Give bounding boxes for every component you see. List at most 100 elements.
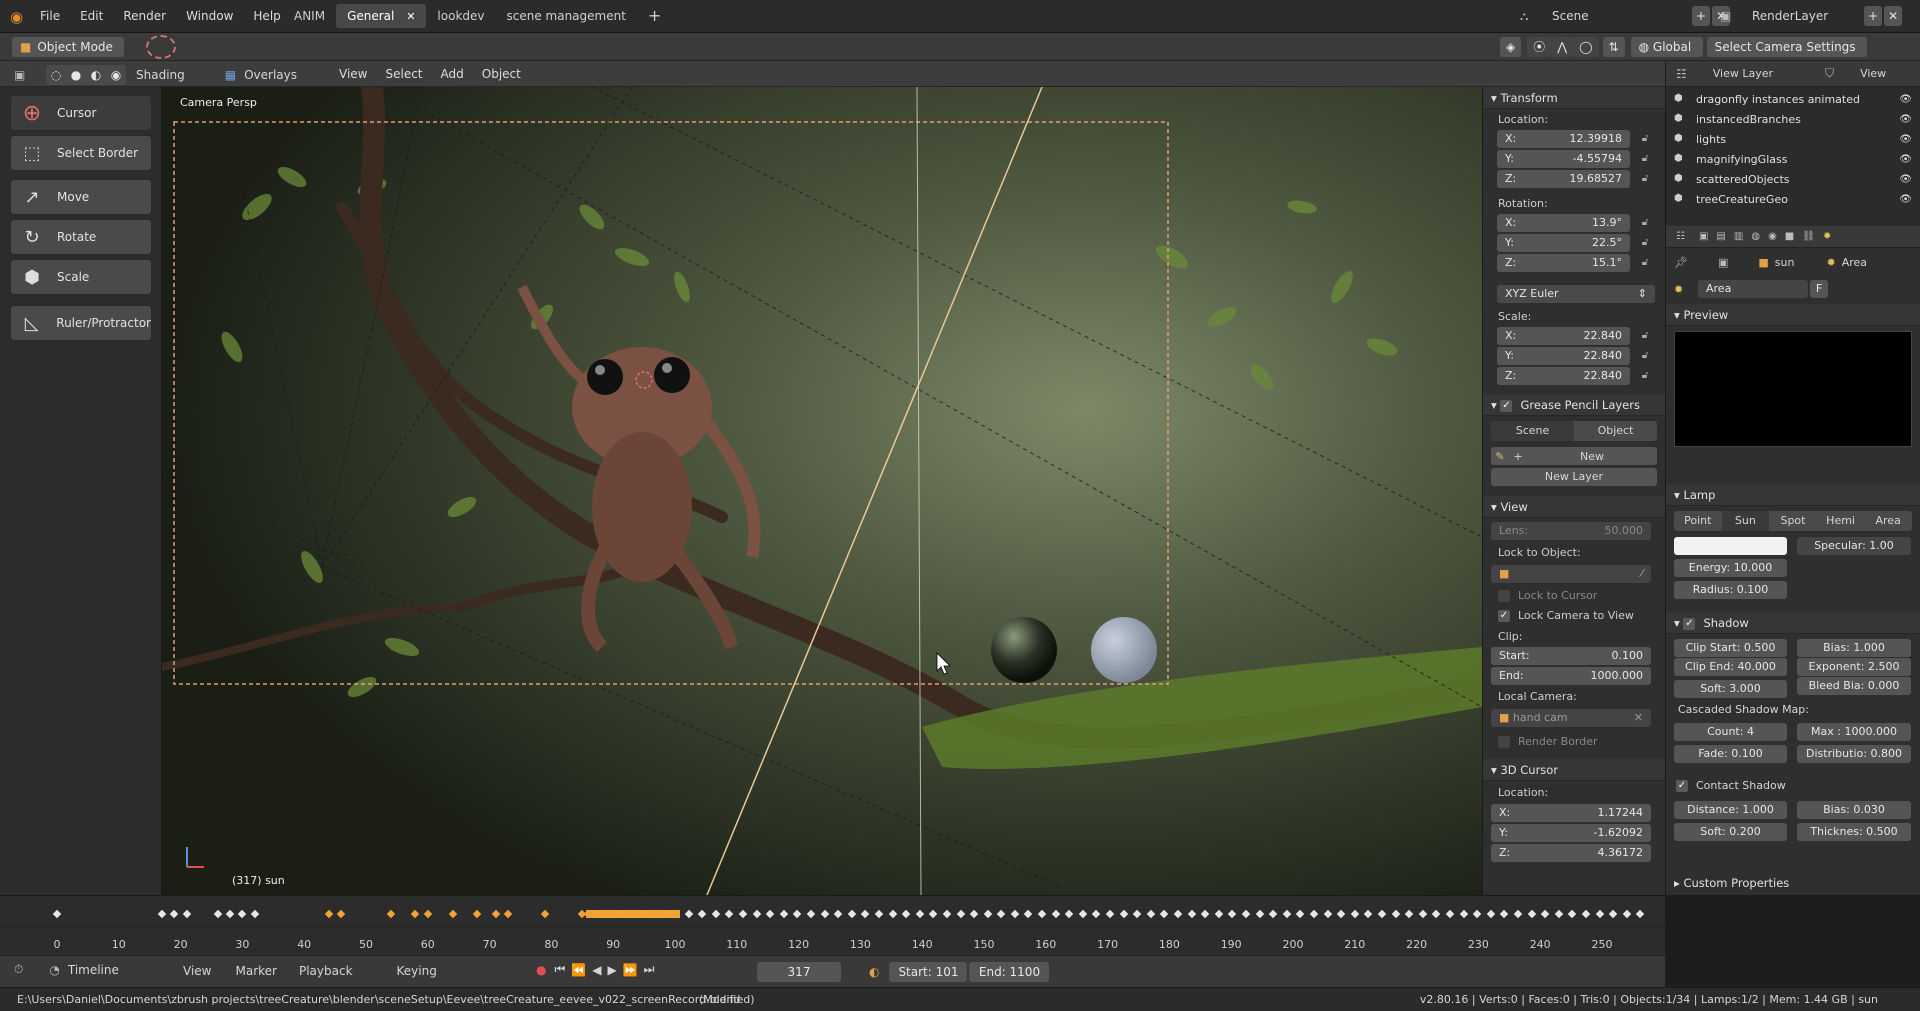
render-layer-icon[interactable]: ▣ [1720, 9, 1740, 23]
outliner-item[interactable]: ⬢ treeCreatureGeo 👁︎ [1666, 189, 1920, 209]
shadow-checkbox[interactable]: ✓ [1683, 617, 1696, 630]
jump-start-icon[interactable]: ⏮ [554, 962, 565, 977]
lock-cursor-row[interactable]: Lock to Cursor [1483, 587, 1597, 605]
keyframe-marker[interactable] [1078, 909, 1088, 919]
properties-editor-icon[interactable]: ☷ [1676, 231, 1685, 242]
lamp-header[interactable]: ▾ Lamp [1666, 484, 1920, 506]
shadow-header[interactable]: ▾ ✓ Shadow [1666, 612, 1920, 634]
overlays-icon[interactable]: ▦ [225, 68, 236, 82]
keyframe-marker[interactable] [1540, 909, 1550, 919]
keyframe-marker[interactable] [1092, 909, 1101, 919]
keyframe-marker[interactable] [1105, 909, 1115, 919]
object-mode-dropdown[interactable]: ■ Object Mode [12, 37, 124, 57]
clip-end-field[interactable]: End: 1000.000 [1491, 667, 1651, 685]
keyframe-marker[interactable] [969, 909, 979, 919]
lamp-color-swatch[interactable] [1674, 537, 1787, 555]
visibility-icon[interactable]: 👁︎ [1899, 154, 1912, 165]
energy-field[interactable]: Energy: 10.000 [1674, 559, 1787, 577]
keyframe-marker[interactable] [540, 909, 550, 919]
keyframe-marker[interactable] [1119, 909, 1128, 919]
outliner-item[interactable]: ⬢ magnifyingGlass 👁︎ [1666, 149, 1920, 169]
keyframe-marker[interactable] [1486, 909, 1495, 919]
keyframe-marker[interactable] [847, 909, 856, 919]
timeline-menu-view[interactable]: View [183, 964, 211, 978]
timeline-menu-playback[interactable]: Playback [299, 964, 353, 978]
keyframe-marker[interactable] [1187, 909, 1196, 919]
custom-properties-header[interactable]: ▸ Custom Properties [1666, 872, 1920, 894]
keyframe-marker[interactable] [1350, 909, 1360, 919]
keyframe-marker[interactable] [1404, 909, 1414, 919]
fake-user-button[interactable]: F [1810, 280, 1828, 298]
location-y[interactable]: Y: -4.55794 [1497, 150, 1630, 168]
keyframe-marker[interactable] [1636, 909, 1645, 919]
tool-rotate[interactable]: ↻ Rotate [10, 219, 152, 255]
menu-window[interactable]: Window [176, 0, 243, 33]
lamp-type-sun[interactable]: Sun [1721, 511, 1770, 531]
transform-header[interactable]: ▾ Transform [1483, 87, 1666, 109]
keyframe-marker[interactable] [1024, 909, 1033, 919]
keyframe-marker[interactable] [861, 909, 870, 919]
timeline-dropdown[interactable]: Timeline [68, 963, 119, 977]
tool-cursor[interactable]: ⊕ Cursor [10, 95, 152, 131]
lookdev-shading-icon[interactable]: ◐ [91, 65, 101, 85]
snap-icon[interactable]: ⦿ [1527, 37, 1552, 57]
rotation-z[interactable]: Z: 15.1° [1497, 254, 1630, 272]
keyframe-marker[interactable] [157, 909, 167, 919]
keyframe-marker[interactable] [1418, 909, 1428, 919]
max-field[interactable]: Max : 1000.000 [1797, 723, 1911, 741]
close-tab-icon[interactable]: ✕ [406, 10, 415, 23]
keyframe-marker[interactable] [1228, 909, 1237, 919]
radius-field[interactable]: Radius: 0.100 [1674, 581, 1787, 599]
keyframe-marker[interactable] [1554, 909, 1563, 919]
view-layer-tab-icon[interactable]: ▥ [1734, 231, 1743, 242]
keyframe-marker[interactable] [888, 909, 897, 919]
outliner-item[interactable]: ⬢ scatteredObjects 👁︎ [1666, 169, 1920, 189]
outliner-item[interactable]: ⬢ dragonfly instances animated 👁︎ [1666, 89, 1920, 109]
lock-icon[interactable]: 🔓︎ [1638, 369, 1652, 383]
menu-view[interactable]: View [330, 61, 376, 87]
outliner-editor-icon[interactable]: ☷ [1676, 67, 1687, 81]
pin-icon[interactable]: 📌︎ [1674, 256, 1688, 269]
keyframe-marker[interactable] [697, 909, 707, 919]
render-tab-icon[interactable]: ▣ [1699, 231, 1708, 242]
tab-anim[interactable]: ANIM [283, 4, 336, 28]
keyframe-marker[interactable] [1160, 909, 1169, 919]
play-icon[interactable]: ▶ [607, 963, 616, 977]
object-tab-icon[interactable]: ■ [1785, 231, 1794, 242]
keyframe-marker[interactable] [1568, 909, 1577, 919]
keyframe-marker[interactable] [213, 909, 222, 919]
keyframe-marker[interactable] [1608, 909, 1618, 919]
scene-name[interactable]: Scene [1552, 9, 1652, 23]
new-render-layer-icon[interactable]: + [1864, 6, 1883, 26]
keyframe-marker[interactable] [956, 909, 965, 919]
menu-render[interactable]: Render [113, 0, 176, 33]
record-icon[interactable]: ● [536, 963, 546, 977]
lamp-datablock-icon[interactable]: ✹ [1674, 283, 1698, 296]
add-workspace-icon[interactable]: + [637, 4, 672, 28]
keyframe-marker[interactable] [225, 909, 235, 919]
menu-file[interactable]: File [30, 0, 70, 33]
render-border-checkbox[interactable] [1498, 736, 1510, 748]
cursor-icon[interactable] [146, 35, 176, 59]
fade-field[interactable]: Fade: 0.100 [1674, 745, 1787, 763]
preview-range-icon[interactable]: ◐ [869, 965, 879, 979]
lock-icon[interactable]: 🔓︎ [1638, 349, 1652, 363]
contact-shadow-checkbox[interactable]: ✓ [1676, 780, 1688, 792]
keyframe-marker[interactable] [1595, 909, 1604, 919]
keyframe-marker[interactable] [765, 909, 775, 919]
keyframe-marker[interactable] [1214, 909, 1224, 919]
bias-field[interactable]: Bias: 1.000 [1797, 639, 1911, 657]
outliner-item[interactable]: ⬢ lights 👁︎ [1666, 129, 1920, 149]
lock-cursor-checkbox[interactable] [1498, 590, 1510, 602]
view-header[interactable]: ▾ View [1483, 496, 1666, 518]
grease-pencil-checkbox[interactable]: ✓ [1500, 399, 1513, 412]
keyframe-marker[interactable] [711, 909, 721, 919]
overlays-dropdown[interactable]: Overlays [244, 68, 297, 82]
rendered-shading-icon[interactable]: ◉ [111, 65, 121, 85]
editor-type-icon[interactable]: ▣ [14, 68, 30, 82]
pivot-icon[interactable]: ◈ [1500, 37, 1522, 57]
keyframe-marker[interactable] [1323, 909, 1332, 919]
timeline-editor-icon[interactable]: ⏱︎ [14, 962, 23, 977]
location-x[interactable]: X: 12.39918 [1497, 130, 1630, 148]
specular-field[interactable]: Specular: 1.00 [1797, 537, 1911, 555]
